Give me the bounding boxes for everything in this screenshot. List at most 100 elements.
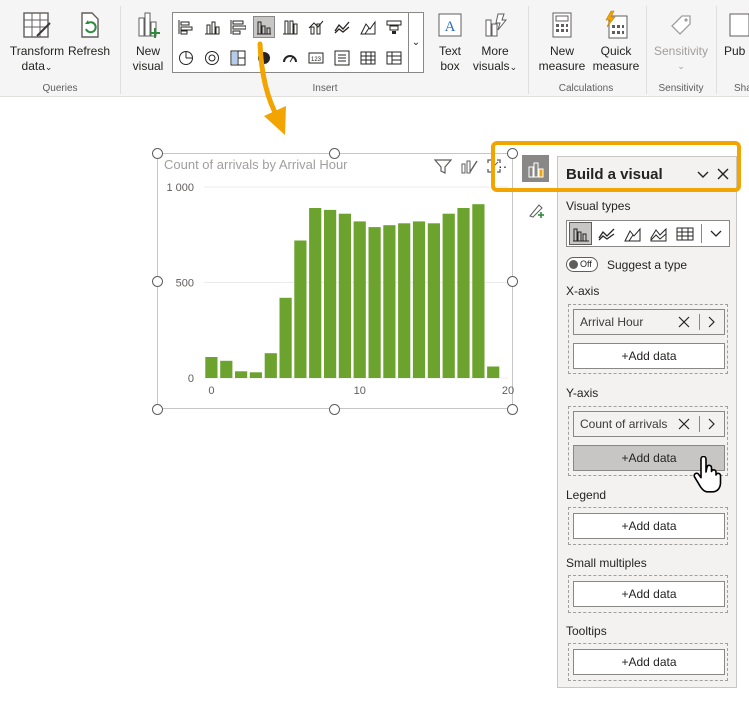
tooltips-well: +Add data xyxy=(568,643,728,681)
multi-row-card-icon[interactable] xyxy=(331,47,353,69)
new-visual-button[interactable]: New visual xyxy=(128,10,168,74)
small-multiples-well: +Add data xyxy=(568,575,728,613)
more-options-icon[interactable]: ·· xyxy=(498,158,507,174)
donut-chart-icon[interactable] xyxy=(201,47,223,69)
format-paintbrush-icon xyxy=(528,203,544,218)
sensitivity-label: Sensitivity xyxy=(653,44,709,58)
chart-bar[interactable] xyxy=(220,360,233,378)
treemap-icon[interactable] xyxy=(227,47,249,69)
line-chart-icon[interactable] xyxy=(595,222,618,245)
more-visuals-label-2: visuals xyxy=(472,59,510,73)
yaxis-label: Y-axis xyxy=(566,386,599,400)
visual-gallery: 123 xyxy=(172,12,409,73)
line-chart-icon[interactable] xyxy=(331,16,353,38)
quick-measure-label-2: measure xyxy=(592,59,640,73)
resize-handle[interactable] xyxy=(152,148,163,159)
chart-bar[interactable] xyxy=(309,208,322,378)
chart-bar[interactable] xyxy=(383,225,396,378)
chart-bar[interactable] xyxy=(487,366,500,379)
resize-handle[interactable] xyxy=(507,276,518,287)
chart-bar[interactable] xyxy=(398,223,411,378)
funnel-filter-chart-icon[interactable] xyxy=(383,16,405,38)
resize-handle[interactable] xyxy=(152,404,163,415)
chart-bar[interactable] xyxy=(324,209,337,378)
chevron-right-icon[interactable] xyxy=(706,316,716,328)
chart-bar[interactable] xyxy=(235,371,248,378)
gallery-expand-button[interactable]: ⌄ xyxy=(409,12,424,73)
chart-bar[interactable] xyxy=(427,223,440,378)
chart-bar[interactable] xyxy=(205,357,218,378)
chart-bar[interactable] xyxy=(412,221,426,378)
resize-handle[interactable] xyxy=(329,148,340,159)
text-box-button[interactable]: A Text box xyxy=(430,10,470,74)
hand-cursor-icon xyxy=(693,456,722,493)
format-visual-tab[interactable] xyxy=(522,196,549,223)
clustered-column-chart-icon[interactable] xyxy=(569,222,592,245)
quick-measure-button[interactable]: Quick measure xyxy=(590,10,642,74)
refresh-button[interactable]: Refresh xyxy=(67,10,111,59)
chart-bar[interactable] xyxy=(264,353,277,378)
more-visuals-button[interactable]: More visuals⌄ xyxy=(470,10,520,75)
area-chart-icon[interactable] xyxy=(621,222,644,245)
x-tick-label: 0 xyxy=(208,385,214,397)
table-icon[interactable] xyxy=(357,47,379,69)
report-visual[interactable]: Count of arrivals by Arrival Hour 0 500 1 … xyxy=(157,153,514,409)
stacked-bar-chart-icon[interactable] xyxy=(175,16,197,38)
chart-bar[interactable] xyxy=(353,221,366,378)
yaxis-field-pill[interactable]: Count of arrivals xyxy=(573,411,725,437)
resize-handle[interactable] xyxy=(329,404,340,415)
build-visual-tab[interactable] xyxy=(522,155,549,182)
resize-handle[interactable] xyxy=(507,148,518,159)
chart-bar[interactable] xyxy=(279,297,292,378)
share-group-label: Sha xyxy=(734,83,749,94)
chart-bar[interactable] xyxy=(249,372,262,378)
chevron-down-icon: ⌄ xyxy=(411,37,421,48)
remove-field-icon[interactable] xyxy=(678,316,690,328)
resize-handle[interactable] xyxy=(507,404,518,415)
table-edit-icon xyxy=(23,12,51,38)
build-visual-pane: Build a visual Visual types Off Suggest … xyxy=(557,156,737,688)
sensitivity-group-label: Sensitivity xyxy=(658,83,704,94)
pane-header: Build a visual xyxy=(558,157,738,193)
remove-field-icon[interactable] xyxy=(678,418,690,430)
tooltips-label: Tooltips xyxy=(566,624,607,638)
table-icon[interactable] xyxy=(673,222,696,245)
chevron-right-icon[interactable] xyxy=(706,418,716,430)
xaxis-add-data-button[interactable]: +Add data xyxy=(573,343,725,369)
pie-chart-icon[interactable] xyxy=(175,47,197,69)
quick-measure-icon xyxy=(605,10,628,39)
small-multiples-add-data-button[interactable]: +Add data xyxy=(573,581,725,607)
chart-bar[interactable] xyxy=(338,213,351,378)
queries-group-label: Queries xyxy=(42,83,78,94)
publish-button[interactable]: Pub xyxy=(724,10,749,59)
y-tick-label: 0 xyxy=(188,373,194,385)
chart-bar[interactable] xyxy=(294,240,307,379)
chart-bar[interactable] xyxy=(368,227,381,378)
column-chart: 0 500 1 000 0 10 20 xyxy=(166,182,514,397)
new-measure-button[interactable]: New measure xyxy=(536,10,588,74)
area-chart-icon[interactable] xyxy=(357,16,379,38)
card-icon[interactable]: 123 xyxy=(305,47,327,69)
chart-bar[interactable] xyxy=(442,213,455,378)
clustered-bar-chart-icon[interactable] xyxy=(227,16,249,38)
chart-bar[interactable] xyxy=(472,204,485,378)
transform-data-button[interactable]: Transform data⌄ xyxy=(8,10,66,75)
sensitivity-button[interactable]: Sensitivity ⌄ xyxy=(651,10,711,74)
collapse-chevron-icon[interactable] xyxy=(696,167,710,181)
resize-handle[interactable] xyxy=(152,276,163,287)
clustered-column-chart-icon[interactable] xyxy=(253,16,275,38)
suggest-type-toggle[interactable]: Off xyxy=(566,257,598,272)
tooltips-add-data-button[interactable]: +Add data xyxy=(573,649,725,675)
stacked-area-chart-icon[interactable] xyxy=(647,222,670,245)
matrix-icon[interactable] xyxy=(383,47,405,69)
xaxis-field-pill[interactable]: Arrival Hour xyxy=(573,309,725,335)
xaxis-label: X-axis xyxy=(566,284,600,298)
xaxis-field-name: Arrival Hour xyxy=(580,315,644,329)
legend-add-data-button[interactable]: +Add data xyxy=(573,513,725,539)
chevron-down-icon[interactable] xyxy=(709,228,723,240)
close-icon[interactable] xyxy=(716,167,730,181)
chart-bar[interactable] xyxy=(457,208,470,378)
line-column-chart-icon[interactable] xyxy=(305,16,327,38)
stacked-column-100-icon[interactable] xyxy=(279,16,301,38)
stacked-column-chart-icon[interactable] xyxy=(201,16,223,38)
